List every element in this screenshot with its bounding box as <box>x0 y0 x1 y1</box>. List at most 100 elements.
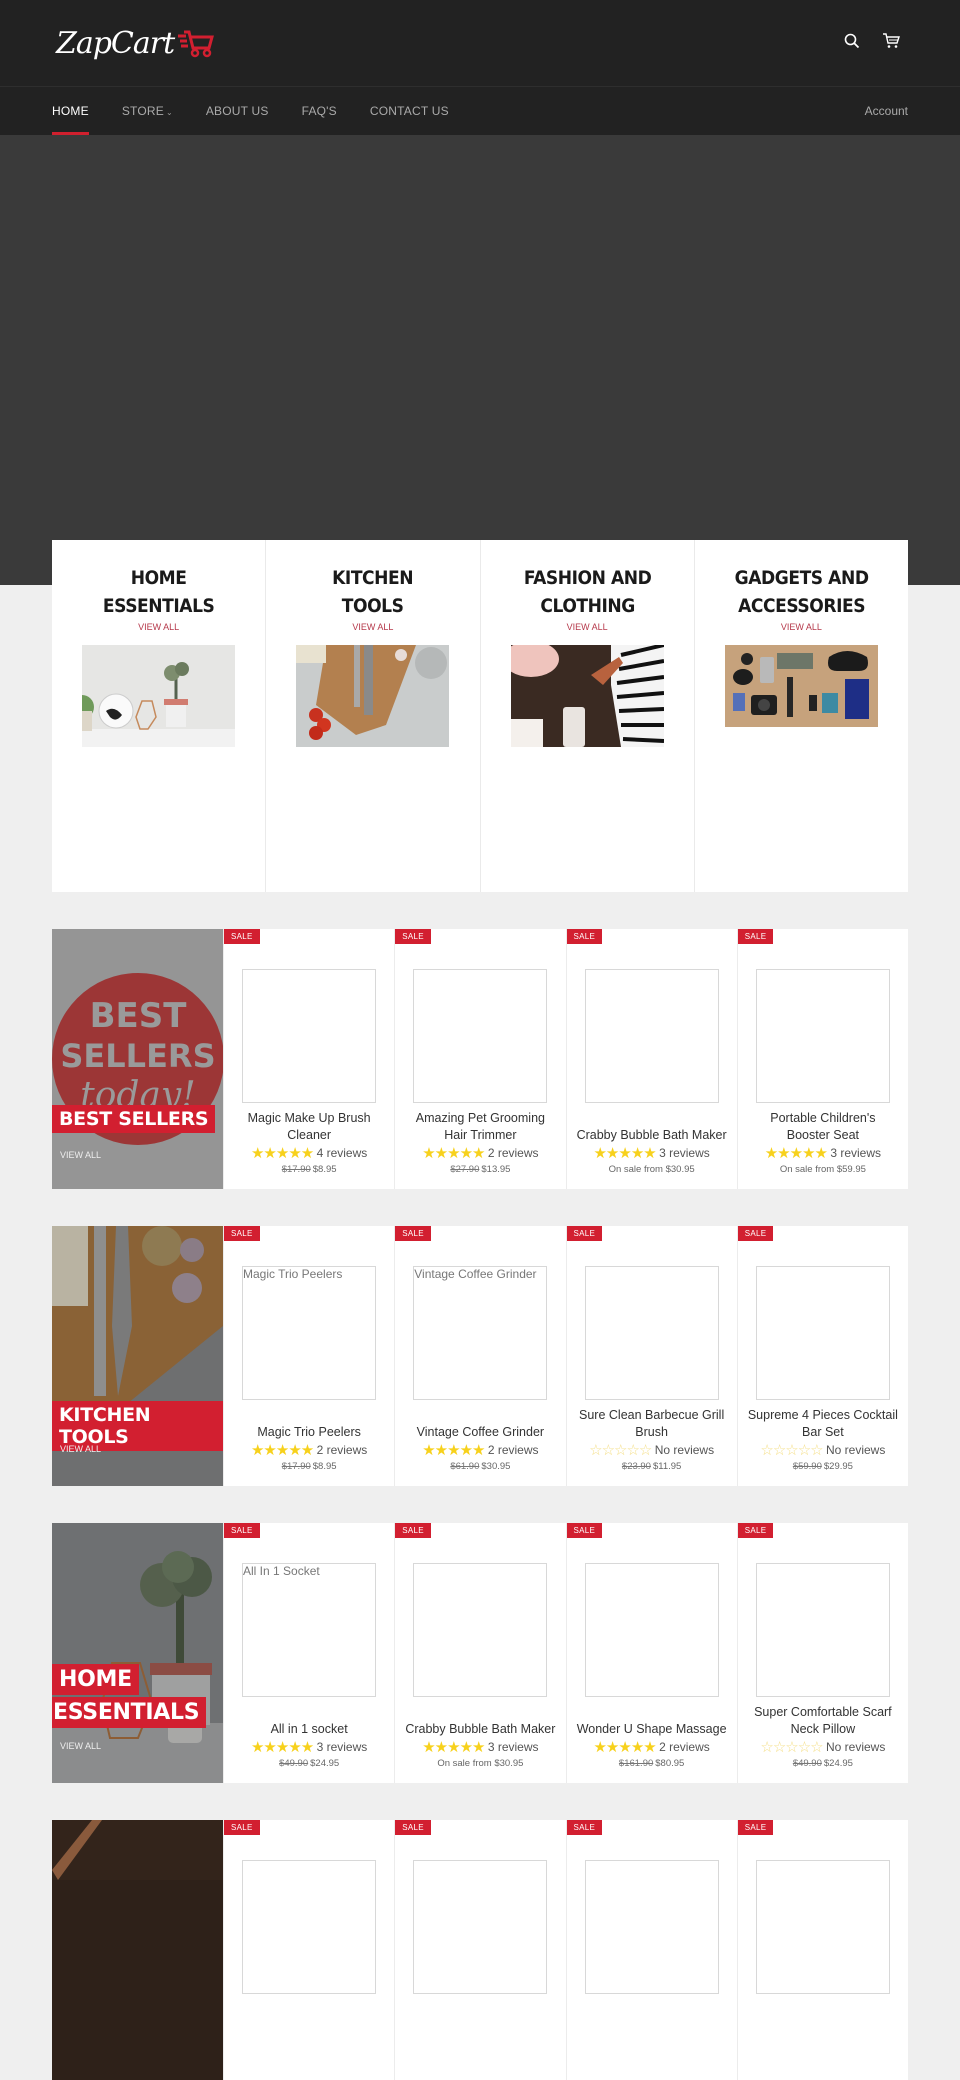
product-card[interactable]: SALE Sure Clean Barbecue Grill Brush ☆☆☆… <box>565 1226 737 1486</box>
product-name[interactable]: All in 1 socket <box>234 1721 384 1738</box>
view-all-link[interactable]: VIEW ALL <box>266 622 479 632</box>
product-image[interactable] <box>755 1860 890 1994</box>
logo-cart-icon <box>178 30 215 57</box>
nav-item-about-us[interactable]: ABOUT US <box>206 87 269 135</box>
product-card[interactable]: SALE Vintage Coffee Grinder Vintage Coff… <box>394 1226 565 1486</box>
featured-row-home-essentials: HOME ESSENTIALS VIEW ALL SALE All In 1 S… <box>52 1523 908 1783</box>
product-card[interactable]: SALE Amazing Pet Grooming Hair Trimmer ★… <box>394 929 565 1189</box>
product-image[interactable]: Magic Trio Peelers <box>242 1266 376 1400</box>
sale-price: On sale from $30.95 <box>608 1164 695 1175</box>
product-name[interactable]: Wonder U Shape Massage <box>577 1721 727 1738</box>
sale-badge: SALE <box>566 929 603 944</box>
product-name[interactable]: Magic Make Up Brush Cleaner <box>234 1110 384 1144</box>
product-image[interactable] <box>413 1563 548 1697</box>
compare-price: $27.90 <box>450 1164 480 1175</box>
logo[interactable]: ZapCart <box>56 26 215 61</box>
product-name[interactable]: Magic Trio Peelers <box>234 1424 384 1441</box>
product-image[interactable] <box>584 969 719 1103</box>
product-image[interactable] <box>584 1266 719 1400</box>
sale-badge: SALE <box>737 929 774 944</box>
product-card[interactable]: SALE All In 1 Socket All in 1 socket ★★★… <box>223 1523 394 1783</box>
product-card[interactable]: SALE Supreme 4 Pieces Cocktail Bar Set ☆… <box>736 1226 908 1486</box>
product-image[interactable] <box>413 969 548 1103</box>
collection-image[interactable] <box>724 645 878 727</box>
product-card[interactable]: SALE Magic Make Up Brush Cleaner ★★★★★ 4… <box>223 929 394 1189</box>
sale-price: $30.95 <box>481 1461 511 1472</box>
product-price: $59.90 $29.95 <box>748 1461 898 1472</box>
account-link[interactable]: Account <box>865 87 908 135</box>
product-price: $161.90 $80.95 <box>577 1758 727 1769</box>
sale-badge: SALE <box>395 1523 431 1538</box>
compare-price: $17.90 <box>281 1164 311 1175</box>
collection-gadgets-and-accessories[interactable]: GADGETS AND ACCESSORIES VIEW ALL <box>695 540 908 892</box>
collection-image[interactable] <box>296 645 450 747</box>
view-all-link[interactable]: VIEW ALL <box>52 622 265 632</box>
collection-image[interactable] <box>82 645 236 747</box>
product-card[interactable]: SALE <box>565 1820 737 2080</box>
sale-price: $24.95 <box>310 1758 340 1769</box>
product-name[interactable]: Vintage Coffee Grinder <box>405 1424 555 1441</box>
collection-kitchen-tools[interactable]: KITCHEN TOOLS VIEW ALL <box>266 540 481 892</box>
product-name[interactable]: Sure Clean Barbecue Grill Brush <box>577 1407 727 1441</box>
product-name[interactable]: Portable Children's Booster Seat <box>748 1110 898 1144</box>
product-name[interactable]: Crabby Bubble Bath Maker <box>577 1127 727 1144</box>
cart-icon[interactable] <box>882 33 900 51</box>
product-name[interactable]: Crabby Bubble Bath Maker <box>405 1721 555 1738</box>
collection-fashion-and-clothing[interactable]: FASHION AND CLOTHING VIEW ALL <box>481 540 695 892</box>
product-card[interactable]: SALE <box>394 1820 565 2080</box>
product-image[interactable] <box>755 1563 890 1697</box>
collection-image[interactable] <box>510 645 664 747</box>
product-card[interactable]: SALE <box>736 1820 908 2080</box>
product-card[interactable]: SALE Crabby Bubble Bath Maker ★★★★★ 3 re… <box>565 929 737 1189</box>
sale-price: $13.95 <box>481 1164 511 1175</box>
banner-home-essentials[interactable]: HOME ESSENTIALS VIEW ALL <box>52 1523 223 1783</box>
search-icon[interactable] <box>844 33 862 51</box>
product-image[interactable] <box>584 1860 719 1994</box>
banner-title-line: HOME <box>52 1664 139 1695</box>
banner-partial[interactable] <box>52 1820 223 2080</box>
site-header: ZapCart <box>0 0 960 87</box>
star-rating-icon: ★★★★★ <box>422 1145 485 1162</box>
product-name[interactable]: Supreme 4 Pieces Cocktail Bar Set <box>748 1407 898 1441</box>
banner-best-sellers[interactable]: BEST SELLERS today! BEST SELLERS VIEW AL… <box>52 929 223 1189</box>
sale-price: $24.95 <box>823 1758 853 1769</box>
product-image[interactable] <box>584 1563 719 1697</box>
nav-item-store[interactable]: STORE ⌄ <box>122 87 173 135</box>
product-image[interactable] <box>413 1860 548 1994</box>
product-name[interactable]: Super Comfortable Scarf Neck Pillow <box>748 1704 898 1738</box>
product-card[interactable]: SALE Portable Children's Booster Seat ★★… <box>736 929 908 1189</box>
chevron-down-icon: ⌄ <box>165 108 173 117</box>
review-count: 3 reviews <box>316 1740 368 1754</box>
product-image[interactable] <box>755 969 890 1103</box>
nav-item-faqs[interactable]: FAQ'S <box>302 87 337 135</box>
collection-title: GADGETS AND ACCESSORIES <box>734 567 869 617</box>
review-count: 2 reviews <box>316 1443 368 1457</box>
star-rating-empty-icon: ☆☆☆☆☆ <box>589 1442 652 1459</box>
compare-price: $49.90 <box>792 1758 822 1769</box>
product-image[interactable] <box>755 1266 890 1400</box>
view-all-link[interactable]: VIEW ALL <box>481 622 694 632</box>
nav-label: ABOUT US <box>205 104 269 118</box>
review-count: 3 reviews <box>830 1146 882 1160</box>
view-all-link[interactable]: VIEW ALL <box>695 622 908 632</box>
collection-home-essentials[interactable]: HOME ESSENTIALS VIEW ALL <box>52 540 267 892</box>
product-card[interactable]: SALE Magic Trio Peelers Magic Trio Peele… <box>223 1226 394 1486</box>
nav-item-contact-us[interactable]: CONTACT US <box>370 87 449 135</box>
view-all-link[interactable]: VIEW ALL <box>60 1150 101 1160</box>
nav-item-home[interactable]: HOME <box>52 87 89 135</box>
product-card[interactable]: SALE Wonder U Shape Massage ★★★★★ 2 revi… <box>565 1523 737 1783</box>
product-image[interactable]: Vintage Coffee Grinder <box>413 1266 548 1400</box>
star-rating-icon: ★★★★★ <box>764 1145 828 1162</box>
product-name[interactable]: Amazing Pet Grooming Hair Trimmer <box>405 1110 555 1144</box>
view-all-link[interactable]: VIEW ALL <box>60 1741 101 1751</box>
product-image[interactable] <box>242 969 376 1103</box>
product-price: On sale from $30.95 <box>577 1164 727 1175</box>
banner-kitchen-tools[interactable]: KITCHEN TOOLS VIEW ALL <box>52 1226 223 1486</box>
product-image[interactable] <box>242 1860 376 1994</box>
product-card[interactable]: SALE Crabby Bubble Bath Maker ★★★★★ 3 re… <box>394 1523 565 1783</box>
product-image[interactable]: All In 1 Socket <box>242 1563 376 1697</box>
view-all-link[interactable]: VIEW ALL <box>60 1444 101 1454</box>
featured-row-kitchen-tools: KITCHEN TOOLS VIEW ALL SALE Magic Trio P… <box>52 1226 908 1486</box>
product-card[interactable]: SALE <box>223 1820 394 2080</box>
product-card[interactable]: SALE Super Comfortable Scarf Neck Pillow… <box>736 1523 908 1783</box>
